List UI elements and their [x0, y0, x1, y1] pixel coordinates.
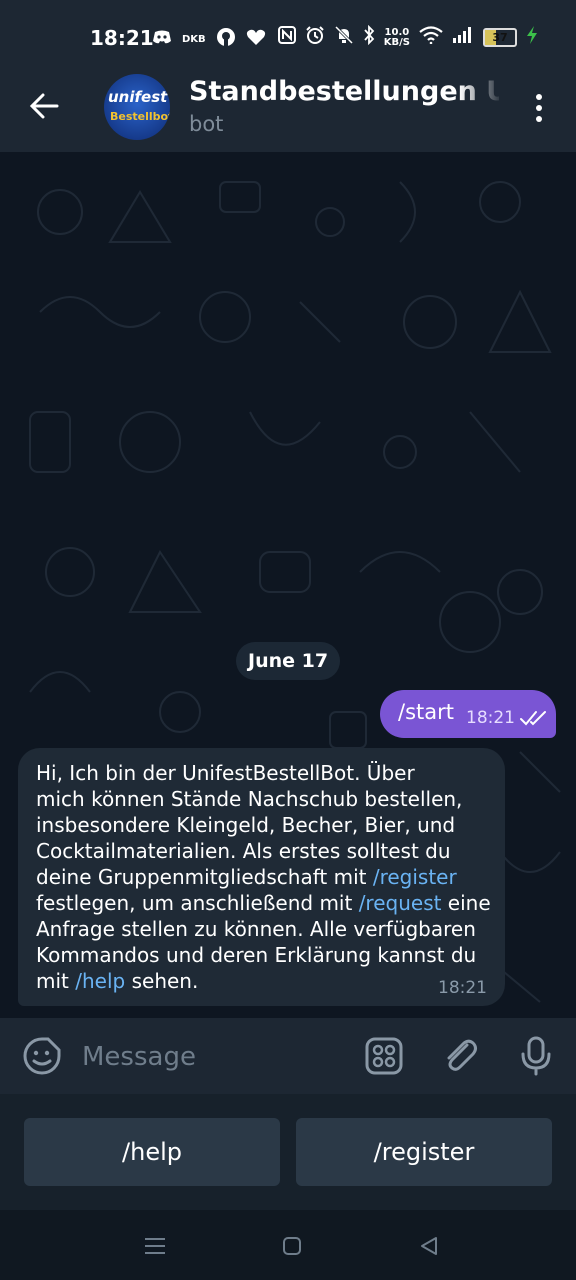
- date-separator: June 17: [236, 642, 341, 680]
- square-icon: [283, 1237, 301, 1255]
- back-arrow-icon: [29, 93, 59, 119]
- message-input[interactable]: [80, 1034, 354, 1080]
- avatar-line1: unifest: [108, 88, 168, 106]
- keyboard-button-help[interactable]: /help: [24, 1118, 280, 1186]
- bot-keyboard: /help /register: [0, 1094, 576, 1210]
- status-icons-left: DKB: [152, 27, 266, 52]
- back-nav-button[interactable]: [414, 1232, 444, 1260]
- help-command-link[interactable]: /help: [75, 969, 125, 993]
- voice-message-button[interactable]: [516, 1036, 556, 1076]
- avatar[interactable]: unifest Bestellbot: [104, 74, 170, 140]
- message-input-bar: [0, 1018, 576, 1094]
- discord-icon: [152, 29, 172, 50]
- status-time: 18:21: [90, 26, 154, 50]
- commands-grid-icon: [365, 1037, 403, 1075]
- chat-area[interactable]: June 17 /start 18:21 Hi, Ich bin der Uni…: [0, 152, 576, 1018]
- incoming-message[interactable]: Hi, Ich bin der UnifestBestellBot. Über …: [18, 748, 505, 1006]
- register-command-link[interactable]: /register: [373, 865, 457, 889]
- home-button[interactable]: [277, 1232, 307, 1260]
- chat-title[interactable]: Standbestellungen Unifest: [189, 76, 499, 107]
- dot-icon: [536, 94, 542, 100]
- message-text-part: festlegen, um anschließend mit: [36, 891, 353, 915]
- signal-icon: [452, 26, 474, 49]
- system-nav-bar: [0, 1210, 576, 1280]
- avatar-line2: Bestellbot: [110, 110, 170, 123]
- microphone-icon: [521, 1036, 551, 1076]
- net-speed: 10.0 KB/S: [383, 26, 410, 48]
- chat-subtitle: bot: [189, 112, 224, 136]
- keyboard-button-register[interactable]: /register: [296, 1118, 552, 1186]
- battery-level: 37: [492, 31, 508, 44]
- outgoing-message-time: 18:21: [466, 708, 515, 728]
- status-bar: 18:21 DKB 10.0 KB/S 37: [0, 0, 576, 66]
- outgoing-message-text: /start: [398, 700, 454, 724]
- bot-commands-button[interactable]: [364, 1036, 404, 1076]
- dot-icon: [536, 105, 542, 111]
- bank-label: DKB: [182, 34, 206, 45]
- net-speed-value: 10.0: [384, 26, 410, 38]
- status-icons-right: 10.0 KB/S 37: [277, 24, 538, 50]
- chat-header: unifest Bestellbot Standbestellungen Uni…: [0, 66, 576, 152]
- incoming-message-text: Hi, Ich bin der UnifestBestellBot. Über …: [36, 760, 491, 994]
- battery-icon: 37: [483, 28, 517, 47]
- attach-button[interactable]: [440, 1036, 480, 1076]
- bluetooth-icon: [363, 24, 375, 50]
- net-speed-unit: KB/S: [383, 36, 410, 48]
- menu-lines-icon: [145, 1238, 165, 1254]
- github-icon: [216, 27, 236, 52]
- dot-icon: [536, 116, 542, 122]
- title-fade: [459, 74, 503, 114]
- more-menu-button[interactable]: [524, 88, 554, 128]
- charging-icon: [526, 25, 538, 50]
- sticker-button[interactable]: [22, 1036, 62, 1076]
- back-button[interactable]: [22, 84, 66, 128]
- triangle-back-icon: [421, 1237, 437, 1255]
- outgoing-message[interactable]: /start 18:21: [380, 690, 556, 738]
- double-check-icon: [520, 711, 546, 726]
- wifi-icon: [419, 26, 443, 49]
- heart-icon: [246, 28, 266, 51]
- recent-apps-button[interactable]: [140, 1232, 170, 1260]
- request-command-link[interactable]: /request: [359, 891, 442, 915]
- incoming-message-time: 18:21: [438, 978, 487, 998]
- alarm-icon: [305, 25, 325, 50]
- mute-icon: [334, 25, 354, 50]
- paperclip-icon: [447, 1039, 477, 1071]
- message-text-part: sehen.: [125, 969, 199, 993]
- sticker-icon: [23, 1037, 61, 1075]
- nfc-icon: [277, 26, 296, 49]
